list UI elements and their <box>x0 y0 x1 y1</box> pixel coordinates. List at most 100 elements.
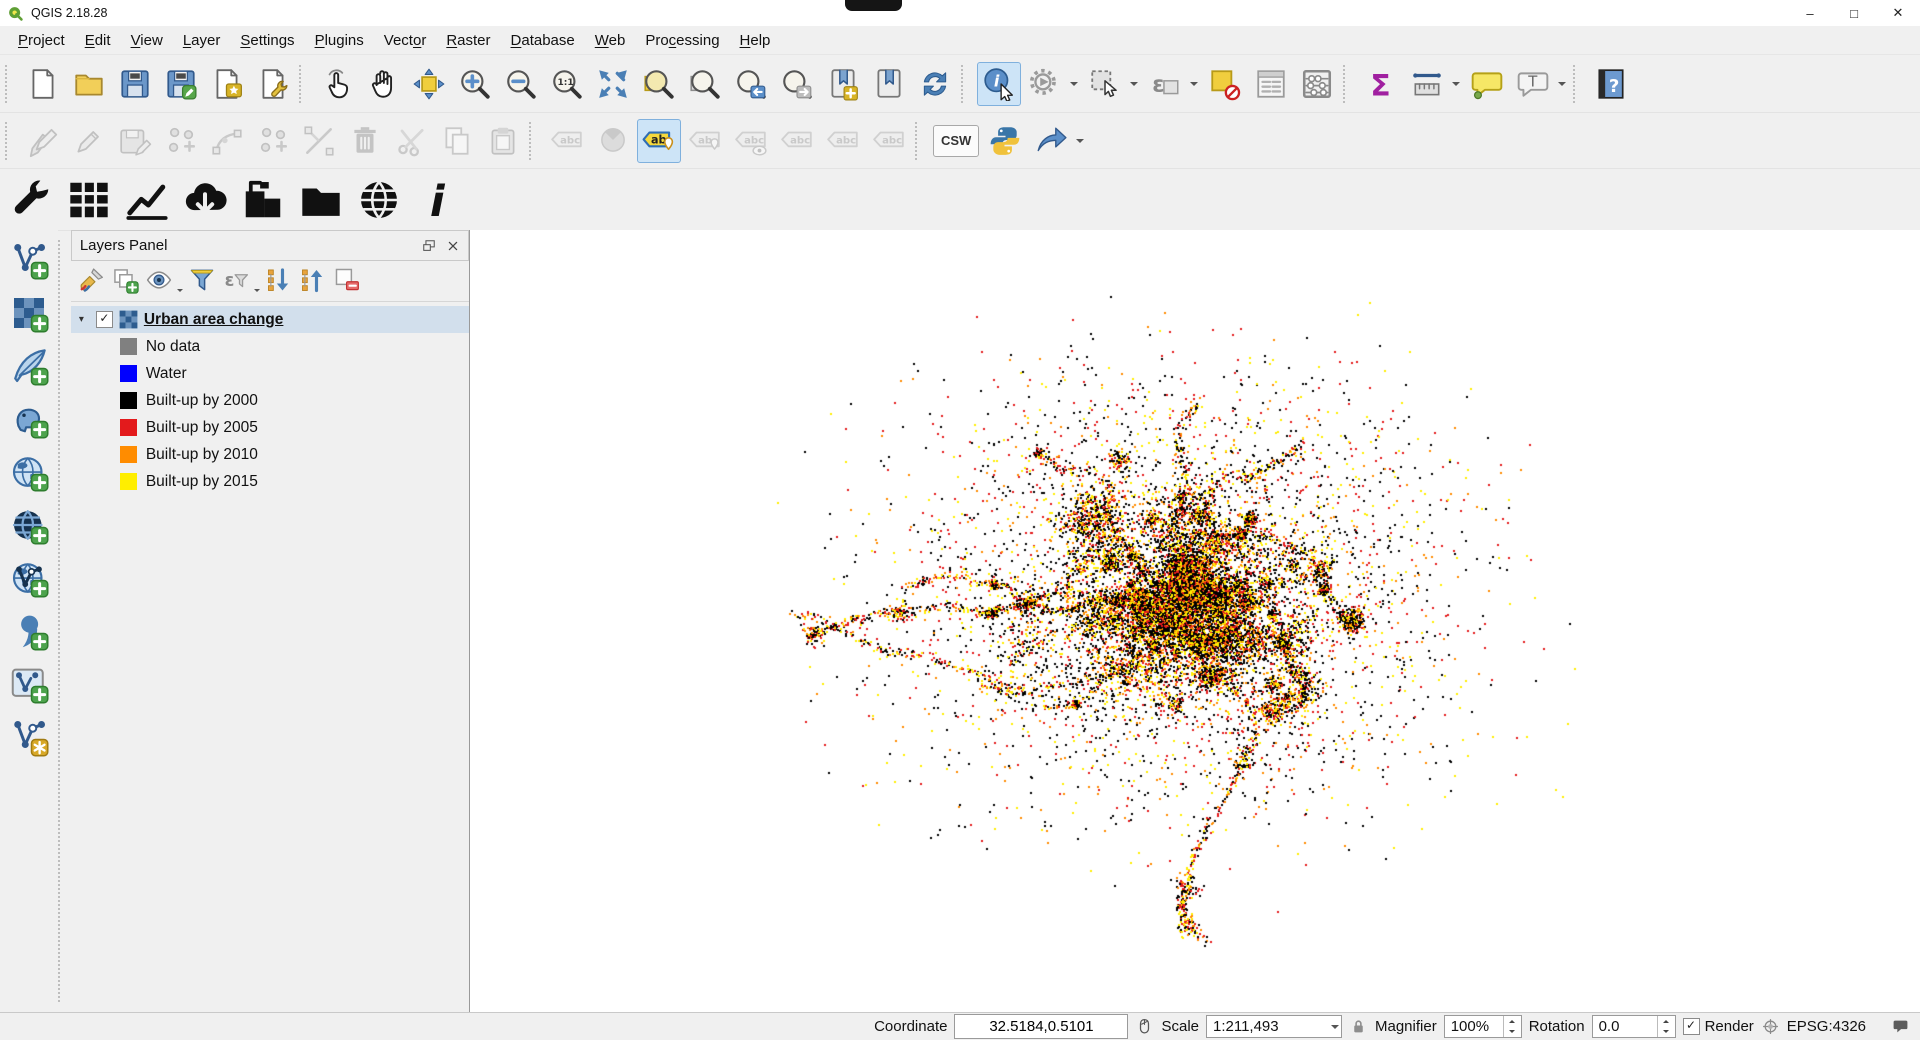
run-feature-action-button[interactable] <box>1023 62 1067 106</box>
add-wfs-layer-button[interactable] <box>4 554 54 601</box>
add-postgis-layer-button[interactable] <box>4 395 54 442</box>
deselect-all-button[interactable] <box>1203 62 1247 106</box>
filter-by-expression-button[interactable]: ε <box>219 265 253 298</box>
rotation-spinbox[interactable]: 0.0 <box>1592 1015 1676 1038</box>
new-project-button[interactable] <box>21 62 65 106</box>
expand-all-button[interactable] <box>262 265 296 298</box>
add-vector-layer-button[interactable] <box>4 236 54 283</box>
select-features-dropdown-arrow[interactable] <box>1128 62 1140 106</box>
select-by-expression-button[interactable]: ε <box>1143 62 1187 106</box>
open-attribute-table-button[interactable] <box>1249 62 1293 106</box>
magnifier-spinbox[interactable]: 100% <box>1444 1015 1522 1038</box>
new-geopackage-layer-button[interactable] <box>4 713 54 760</box>
close-panel-button[interactable] <box>442 235 464 257</box>
menu-help[interactable]: Help <box>730 29 781 52</box>
add-raster-layer-button[interactable] <box>4 289 54 336</box>
zoom-to-layer-button[interactable] <box>637 62 681 106</box>
show-statistics-button[interactable]: Σ <box>1359 62 1403 106</box>
crs-value[interactable]: EPSG:4326 <box>1787 1018 1866 1035</box>
magnifier-spinner[interactable] <box>1503 1016 1521 1037</box>
rotation-spinner[interactable] <box>1657 1016 1675 1037</box>
collapse-arrow-icon[interactable]: ▾ <box>79 314 90 325</box>
panel-drag-handle[interactable] <box>58 240 71 1002</box>
copy-features-button[interactable] <box>435 119 479 163</box>
select-features-button[interactable] <box>1083 62 1127 106</box>
zoom-full-extent-button[interactable] <box>591 62 635 106</box>
log-messages-icon[interactable] <box>1891 1017 1910 1036</box>
identify-features-button[interactable]: i <box>977 62 1021 106</box>
plugin-chart-button[interactable] <box>119 174 175 226</box>
layer-row[interactable]: ▾ ✓ Urban area change <box>71 306 469 333</box>
current-edits-button[interactable] <box>21 119 65 163</box>
plugin-building-button[interactable] <box>235 174 291 226</box>
highlight-pinned-labels-button[interactable]: ab <box>683 119 727 163</box>
add-virtual-layer-button[interactable] <box>4 607 54 654</box>
legend-item[interactable]: Built-up by 2015 <box>71 468 469 495</box>
add-feature-button[interactable] <box>159 119 203 163</box>
processing-toolbox-dropdown-arrow[interactable] <box>1074 119 1086 163</box>
open-project-button[interactable] <box>67 62 111 106</box>
text-annotation-dropdown-arrow[interactable] <box>1556 62 1568 106</box>
zoom-to-selection-button[interactable] <box>683 62 727 106</box>
show-hide-labels-button[interactable]: abc <box>729 119 773 163</box>
menu-project[interactable]: Project <box>8 29 75 52</box>
float-panel-button[interactable] <box>418 235 440 257</box>
split-features-button[interactable] <box>297 119 341 163</box>
render-checkbox[interactable]: ✓ <box>1683 1018 1700 1035</box>
plugin-folder-button[interactable] <box>293 174 349 226</box>
move-label-button[interactable]: abc <box>775 119 819 163</box>
collapse-all-button[interactable] <box>296 265 330 298</box>
measure-line-dropdown-arrow[interactable] <box>1450 62 1462 106</box>
processing-toolbox-button[interactable] <box>1029 119 1073 163</box>
legend-item[interactable]: No data <box>71 333 469 360</box>
save-project-as-button[interactable] <box>159 62 203 106</box>
plugin-cloud-download-button[interactable] <box>177 174 233 226</box>
crs-status-icon[interactable] <box>1761 1017 1780 1036</box>
add-delimited-text-layer-button[interactable] <box>4 342 54 389</box>
zoom-in-button[interactable] <box>453 62 497 106</box>
pin-labels-button[interactable]: ab <box>637 119 681 163</box>
field-calculator-button[interactable] <box>1295 62 1339 106</box>
select-by-expression-dropdown-arrow[interactable] <box>1188 62 1200 106</box>
map-tips-button[interactable] <box>1465 62 1509 106</box>
remove-layer-button[interactable] <box>330 265 364 298</box>
menu-database[interactable]: Database <box>501 29 585 52</box>
layer-labeling-options-button[interactable]: abc <box>545 119 589 163</box>
menu-settings[interactable]: Settings <box>230 29 304 52</box>
pan-to-selection-button[interactable] <box>407 62 451 106</box>
add-group-button[interactable] <box>108 265 142 298</box>
layer-diagram-options-button[interactable] <box>591 119 635 163</box>
legend-item[interactable]: Built-up by 2005 <box>71 414 469 441</box>
cut-features-button[interactable] <box>389 119 433 163</box>
menu-processing[interactable]: Processing <box>635 29 729 52</box>
legend-item[interactable]: Built-up by 2010 <box>71 441 469 468</box>
map-canvas[interactable] <box>470 230 1920 1012</box>
plugin-info-button[interactable]: i <box>409 174 465 226</box>
coordinate-input[interactable] <box>954 1014 1128 1039</box>
composer-manager-button[interactable] <box>251 62 295 106</box>
manage-layer-visibility-dropdown-arrow[interactable] <box>176 262 185 301</box>
add-wms-layer-button[interactable] <box>4 501 54 548</box>
text-annotation-button[interactable]: T <box>1511 62 1555 106</box>
show-bookmarks-button[interactable] <box>867 62 911 106</box>
menu-layer[interactable]: Layer <box>173 29 231 52</box>
legend-item[interactable]: Water <box>71 360 469 387</box>
layer-visibility-checkbox[interactable]: ✓ <box>96 311 113 328</box>
render-toggle[interactable]: ✓ Render <box>1683 1018 1754 1035</box>
refresh-map-button[interactable] <box>913 62 957 106</box>
open-layer-styling-button[interactable] <box>74 265 108 298</box>
plugin-wrench-button[interactable] <box>3 174 59 226</box>
help-contents-button[interactable]: ? <box>1589 62 1633 106</box>
new-print-composer-button[interactable] <box>205 62 249 106</box>
toggle-extents-icon[interactable] <box>1135 1017 1154 1036</box>
pan-map-button[interactable] <box>361 62 405 106</box>
change-label-button[interactable]: abc <box>867 119 911 163</box>
csw-search-button[interactable]: CSW <box>933 125 979 157</box>
zoom-native-button[interactable]: 1:1 <box>545 62 589 106</box>
lock-scale-icon[interactable] <box>1349 1017 1368 1036</box>
new-bookmark-button[interactable] <box>821 62 865 106</box>
toggle-editing-button[interactable] <box>67 119 111 163</box>
save-layer-edits-button[interactable] <box>113 119 157 163</box>
menu-plugins[interactable]: Plugins <box>305 29 374 52</box>
layer-name[interactable]: Urban area change <box>144 311 284 329</box>
